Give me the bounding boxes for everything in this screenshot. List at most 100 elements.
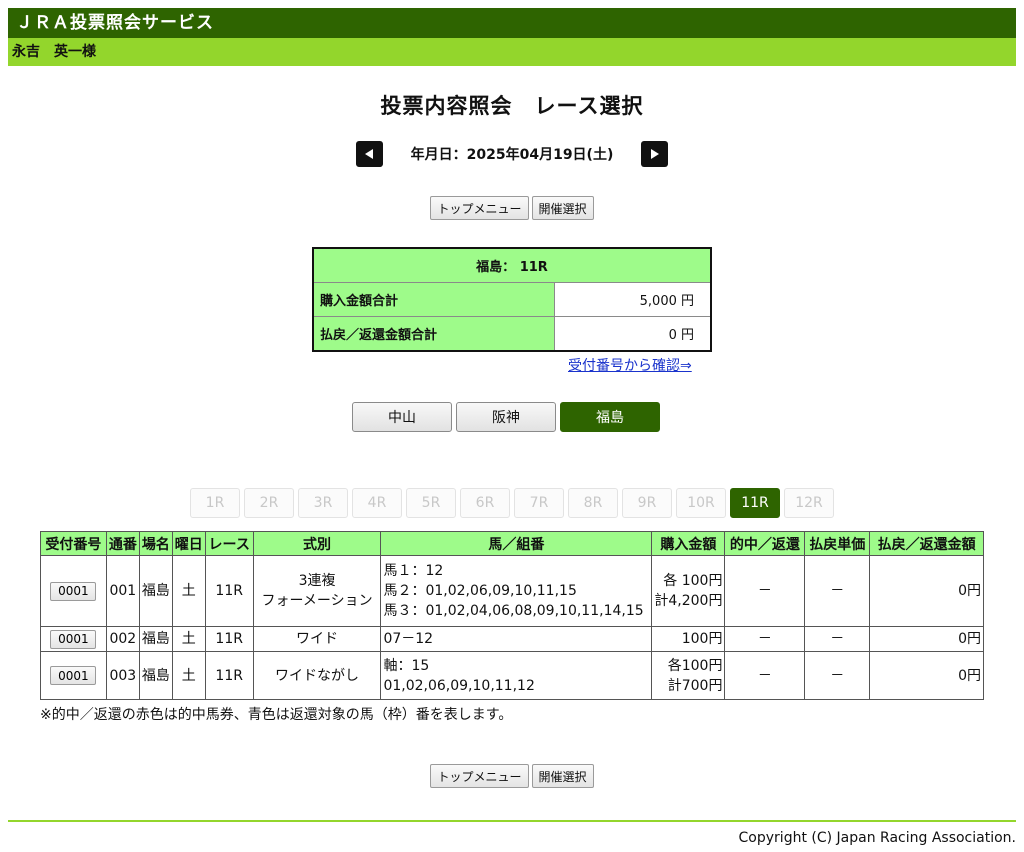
prev-date-button[interactable] xyxy=(355,141,383,167)
legend-note: ※的中／返還の赤色は的中馬券、青色は返還対象の馬（枠）番を表します。 xyxy=(40,707,513,723)
bet-type-cell: ワイド xyxy=(252,626,382,652)
horse-line: 01,02,06,09,10,11,12 xyxy=(383,677,535,694)
bet-type-line: ワイドながし xyxy=(275,667,360,684)
amount-cell: 各100円 計700円 xyxy=(651,651,726,700)
race-cell: 11R xyxy=(204,555,254,627)
receipt-button[interactable]: 0001 xyxy=(50,666,97,685)
bet-type-line: ワイド xyxy=(296,631,339,647)
summary-title: 福島： 11R xyxy=(312,247,712,283)
race-tab-6r: 6R xyxy=(460,488,510,518)
amount-line: 各100円 xyxy=(667,657,723,674)
payout-total-label: 払戻／返還金額合計 xyxy=(312,316,555,352)
horse-line: 軸：15 xyxy=(383,657,430,674)
header-receipt: 受付番号 xyxy=(40,531,107,556)
horses-cell: 軸：15 01,02,06,09,10,11,12 xyxy=(380,651,653,700)
service-title-bar: ＪＲＡ投票照会サービス xyxy=(8,8,1016,38)
day-cell: 土 xyxy=(171,555,206,627)
table-row: 0001 001 福島 土 11R 3連複 フォーメーション 馬１：12 馬２：… xyxy=(40,555,984,627)
next-date-button[interactable] xyxy=(641,141,669,167)
horse-line: 馬３：01,02,04,06,08,09,10,11,14,15 xyxy=(383,603,644,619)
table-row: 0001 003 福島 土 11R ワイドながし 軸：15 01,02,06,0… xyxy=(40,651,984,700)
unit-payout-cell: － xyxy=(804,626,871,652)
header-seq: 通番 xyxy=(105,531,140,556)
race-cell: 11R xyxy=(204,651,254,700)
horses-cell: 馬１：12 馬２：01,02,06,09,10,11,15 馬３：01,02,0… xyxy=(380,555,653,627)
venue-select-button[interactable]: 開催選択 xyxy=(531,196,594,220)
seq-cell: 001 xyxy=(105,555,140,627)
receipt-number-link[interactable]: 受付番号から確認⇒ xyxy=(568,355,692,375)
top-menu-button-bottom[interactable]: トップメニュー xyxy=(430,764,529,788)
footer-divider xyxy=(8,820,1016,822)
receipt-button[interactable]: 0001 xyxy=(50,581,97,601)
amount-cell: 100円 xyxy=(651,626,726,652)
venue-select-button-bottom[interactable]: 開催選択 xyxy=(531,764,594,788)
receipt-button[interactable]: 0001 xyxy=(50,629,97,649)
race-tab-10r: 10R xyxy=(676,488,726,518)
bet-type-line: 3連複 xyxy=(298,573,336,589)
purchase-total-label: 購入金額合計 xyxy=(312,282,555,317)
race-tab-7r: 7R xyxy=(514,488,564,518)
header-bet-type: 式別 xyxy=(252,531,382,556)
unit-payout-cell: － xyxy=(804,555,871,627)
horse-line: 馬１：12 xyxy=(383,563,444,579)
payout-cell: 0円 xyxy=(869,555,984,627)
venue-tab-hanshin[interactable]: 阪神 xyxy=(456,402,556,432)
hit-cell: － xyxy=(724,651,806,700)
venue-cell: 福島 xyxy=(138,626,173,652)
payout-cell: 0円 xyxy=(869,651,984,700)
top-menu-button[interactable]: トップメニュー xyxy=(430,196,529,220)
header-venue: 場名 xyxy=(138,531,173,556)
race-tab-11r[interactable]: 11R xyxy=(730,488,780,518)
table-row: 0001 002 福島 土 11R ワイド 07－12 100円 － － 0円 xyxy=(40,626,984,652)
venue-tab-fukushima[interactable]: 福島 xyxy=(560,402,660,432)
hit-cell: － xyxy=(724,555,806,627)
race-tab-2r: 2R xyxy=(244,488,294,518)
payout-total-value: 0 円 xyxy=(554,316,712,352)
race-tab-4r: 4R xyxy=(352,488,402,518)
seq-cell: 003 xyxy=(105,651,140,700)
horses-cell: 07－12 xyxy=(380,626,653,652)
triangle-right-icon xyxy=(650,149,659,159)
venue-tab-nakayama[interactable]: 中山 xyxy=(352,402,452,432)
race-tab-1r: 1R xyxy=(190,488,240,518)
bet-type-cell: ワイドながし xyxy=(252,651,382,700)
table-header-row: 受付番号 通番 場名 曜日 レース 式別 馬／組番 購入金額 的中／返還 払戻単… xyxy=(40,531,984,556)
date-navigation: 年月日：2025年04月19日(土) xyxy=(0,140,1024,168)
header-day: 曜日 xyxy=(171,531,206,556)
venue-cell: 福島 xyxy=(138,651,173,700)
race-tab-9r: 9R xyxy=(622,488,672,518)
copyright-text: Copyright (C) Japan Racing Association. xyxy=(738,830,1016,846)
date-label: 年月日：2025年04月19日(土) xyxy=(410,147,614,163)
horse-line: 07－12 xyxy=(383,631,434,647)
venue-cell: 福島 xyxy=(138,555,173,627)
race-cell: 11R xyxy=(204,626,254,652)
bets-table: 受付番号 通番 場名 曜日 レース 式別 馬／組番 購入金額 的中／返還 払戻単… xyxy=(40,531,984,700)
bet-type-line: フォーメーション xyxy=(261,593,373,609)
header-amount: 購入金額 xyxy=(651,531,726,556)
horse-line: 馬２：01,02,06,09,10,11,15 xyxy=(383,583,577,599)
race-tab-8r: 8R xyxy=(568,488,618,518)
race-tab-3r: 3R xyxy=(298,488,348,518)
amount-line: 各 100円 xyxy=(663,573,723,589)
user-name-bar: 永吉 英一様 xyxy=(8,38,1016,66)
summary-table: 福島： 11R 購入金額合計 5,000 円 払戻／返還金額合計 0 円 xyxy=(312,247,712,352)
amount-line: 計4,200円 xyxy=(654,593,723,609)
purchase-total-value: 5,000 円 xyxy=(554,282,712,317)
seq-cell: 002 xyxy=(105,626,140,652)
header-race: レース xyxy=(204,531,254,556)
day-cell: 土 xyxy=(171,626,206,652)
venue-tabs: 中山 阪神 福島 xyxy=(352,402,660,432)
day-cell: 土 xyxy=(171,651,206,700)
race-tab-12r: 12R xyxy=(784,488,834,518)
bet-type-cell: 3連複 フォーメーション xyxy=(252,555,382,627)
header-unit-payout: 払戻単価 xyxy=(804,531,871,556)
race-tabs: 1R 2R 3R 4R 5R 6R 7R 8R 9R 10R 11R 12R xyxy=(190,488,834,518)
header-payout: 払戻／返還金額 xyxy=(869,531,984,556)
bottom-nav-buttons: トップメニュー 開催選択 xyxy=(0,764,1024,788)
race-tab-5r: 5R xyxy=(406,488,456,518)
amount-cell: 各 100円 計4,200円 xyxy=(651,555,726,627)
page-title: 投票内容照会 レース選択 xyxy=(380,94,644,118)
hit-cell: － xyxy=(724,626,806,652)
top-nav-buttons: トップメニュー 開催選択 xyxy=(0,196,1024,220)
unit-payout-cell: － xyxy=(804,651,871,700)
